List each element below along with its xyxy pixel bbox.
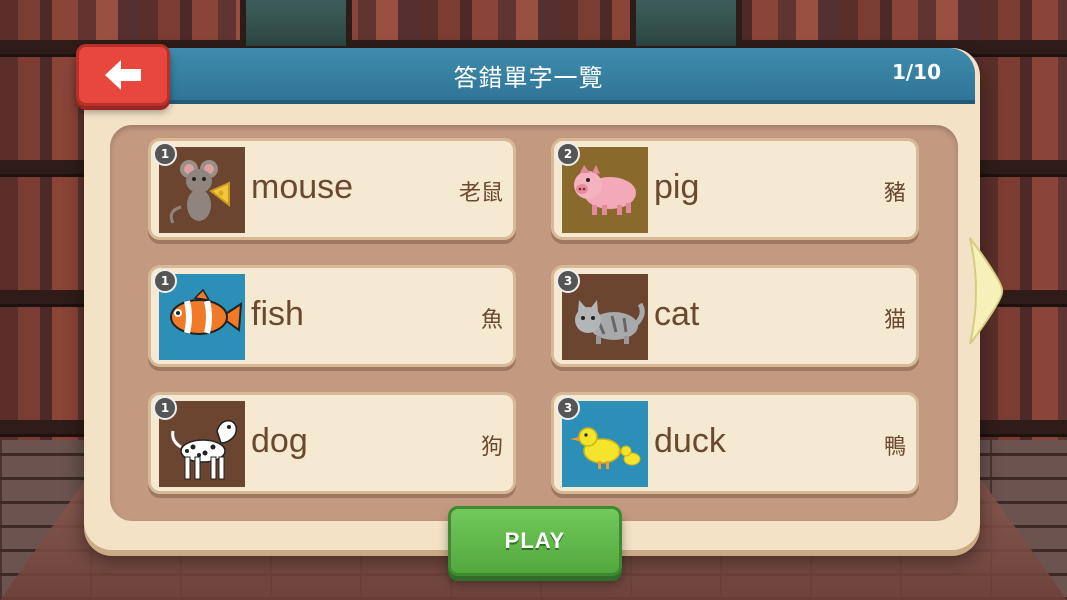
word-card[interactable]: 1 dog 狗 (148, 392, 516, 494)
word-card[interactable]: 2 pig 豬 (551, 138, 919, 240)
word-list: 1 mouse 老鼠 2 pig 豬 1 fish 魚 3 cat 猫 1 do… (110, 125, 958, 521)
chevron-right-icon (969, 237, 1004, 345)
page-counter: 1/10 (891, 60, 941, 84)
panel-header: 答錯單字一覽 1/10 (82, 48, 975, 104)
next-page-arrow[interactable] (966, 236, 1006, 346)
window (630, 0, 742, 52)
english-word: fish (251, 295, 304, 333)
word-card[interactable]: 1 fish 魚 (148, 265, 516, 367)
chinese-meaning: 魚 (480, 308, 503, 333)
mistake-count-badge: 3 (556, 269, 580, 293)
mistake-count-badge: 3 (556, 396, 580, 420)
word-card[interactable]: 3 cat 猫 (551, 265, 919, 367)
chinese-meaning: 猫 (883, 308, 906, 333)
word-card[interactable]: 3 duck 鴨 (551, 392, 919, 494)
mistake-count-badge: 2 (556, 142, 580, 166)
page-title: 答錯單字一覽 (453, 64, 604, 92)
mistake-count-badge: 1 (153, 142, 177, 166)
chinese-meaning: 鴨 (883, 435, 906, 460)
chinese-meaning: 狗 (480, 435, 503, 460)
word-card[interactable]: 1 mouse 老鼠 (148, 138, 516, 240)
english-word: dog (251, 422, 308, 460)
english-word: pig (654, 168, 700, 206)
window (240, 0, 352, 52)
play-label: PLAY (504, 528, 566, 553)
english-word: cat (654, 295, 700, 333)
chinese-meaning: 豬 (883, 181, 906, 206)
chinese-meaning: 老鼠 (458, 181, 503, 206)
arrow-left-icon (105, 60, 141, 90)
english-word: mouse (251, 168, 354, 206)
english-word: duck (654, 422, 726, 460)
mistake-count-badge: 1 (153, 269, 177, 293)
back-button[interactable] (76, 44, 170, 106)
play-button[interactable]: PLAY (448, 506, 622, 576)
mistake-count-badge: 1 (153, 396, 177, 420)
